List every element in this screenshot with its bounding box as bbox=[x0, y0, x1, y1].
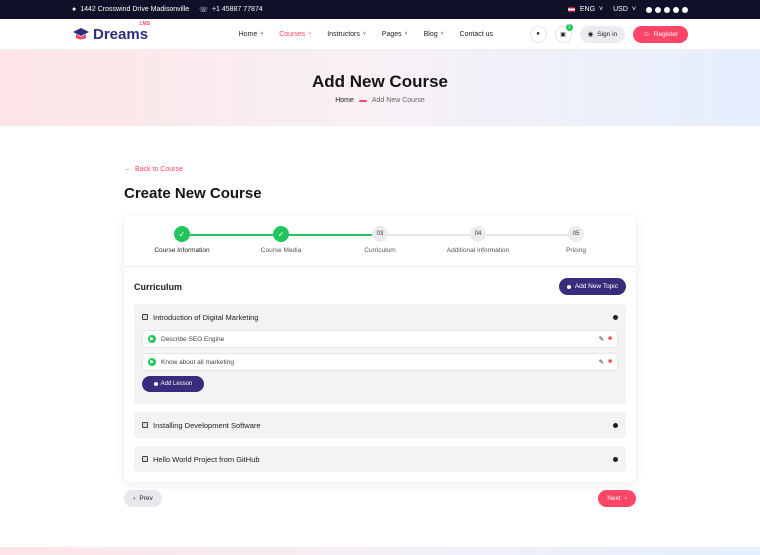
drag-handle-icon[interactable] bbox=[142, 314, 148, 320]
topic-header[interactable]: Hello World Project from GitHub bbox=[134, 446, 626, 472]
breadcrumb: Home Add New Course bbox=[335, 97, 425, 104]
phone-icon: ☏ bbox=[199, 6, 208, 14]
chevron-down-icon: ˅ bbox=[260, 31, 264, 37]
nav-item-contact[interactable]: Contact us bbox=[460, 31, 493, 38]
moon-icon: ● bbox=[536, 31, 540, 37]
chevron-down-icon: ˅ bbox=[308, 31, 312, 37]
chevron-down-icon: ˅ bbox=[631, 6, 636, 13]
language-select[interactable]: ENG ˅ bbox=[567, 6, 604, 13]
cart-count-badge: 1 bbox=[565, 23, 573, 31]
nav-item-courses[interactable]: Courses ˅ bbox=[279, 31, 311, 38]
prev-button[interactable]: ‹ Prev bbox=[124, 490, 162, 507]
topic-panel: Hello World Project from GitHub bbox=[134, 446, 626, 472]
chevron-down-icon: ˅ bbox=[440, 31, 444, 37]
location-pin-icon: ● bbox=[72, 6, 77, 13]
edit-icon[interactable]: ✎ bbox=[599, 358, 604, 366]
breadcrumb-current: Add New Course bbox=[371, 97, 425, 104]
sign-in-button[interactable]: ◉ Sign in bbox=[579, 25, 626, 43]
step-pricing[interactable]: 05 Pricing bbox=[536, 226, 616, 254]
play-icon: ▶ bbox=[148, 335, 156, 343]
top-info-bar: ● 1442 Crosswind Drive Madisonville ☏ +1… bbox=[0, 0, 760, 19]
delete-icon[interactable]: ■ bbox=[608, 358, 612, 366]
us-flag-icon bbox=[567, 7, 575, 12]
add-new-topic-button[interactable]: Add New Topic bbox=[558, 278, 626, 295]
instagram-icon[interactable] bbox=[655, 6, 661, 13]
register-button[interactable]: ☺ Register bbox=[633, 25, 688, 43]
graduation-cap-icon bbox=[73, 28, 89, 40]
chevron-down-icon: ˅ bbox=[404, 31, 408, 37]
nav-menu: Home ˅ Courses ˅ Instructors ˅ Pages ˅ Blog ˅… bbox=[202, 31, 530, 38]
plus-icon bbox=[153, 382, 158, 386]
breadcrumb-separator bbox=[358, 99, 367, 102]
step-course-media[interactable]: ✓ Course Media bbox=[241, 226, 321, 254]
check-icon: ✓ bbox=[174, 226, 190, 242]
chevron-right-icon: › bbox=[624, 495, 627, 502]
step-curriculum[interactable]: 03 Curriculum bbox=[340, 226, 420, 254]
lock-icon: ◉ bbox=[587, 31, 594, 38]
step-course-information[interactable]: ✓ Course Information bbox=[142, 226, 222, 254]
nav-item-home[interactable]: Home ˅ bbox=[239, 31, 264, 38]
more-options-icon[interactable] bbox=[613, 456, 618, 462]
plus-icon bbox=[566, 284, 571, 289]
nav-item-pages[interactable]: Pages ˅ bbox=[382, 31, 408, 38]
edit-icon[interactable]: ✎ bbox=[599, 335, 604, 343]
topic-panel: Introduction of Digital Marketing ▶ Desc… bbox=[134, 304, 626, 404]
phone[interactable]: ☏ +1 45887 77874 bbox=[199, 6, 263, 14]
footer-strip bbox=[0, 547, 760, 555]
play-icon: ▶ bbox=[148, 358, 156, 366]
cart-icon: ▣ bbox=[560, 31, 566, 38]
topic-header[interactable]: Installing Development Software bbox=[134, 412, 626, 438]
x-icon[interactable] bbox=[664, 6, 670, 13]
breadcrumb-home[interactable]: Home bbox=[335, 97, 354, 104]
step-additional-information[interactable]: 04 Additional information bbox=[438, 226, 518, 254]
wizard-steps: ✓ Course Information ✓ Course Media 03 C… bbox=[124, 216, 636, 267]
curriculum-header: Curriculum Add New Topic bbox=[134, 278, 626, 295]
theme-toggle-button[interactable]: ● bbox=[529, 25, 547, 43]
arrow-left-icon: ← bbox=[124, 166, 131, 173]
check-icon: ✓ bbox=[273, 226, 289, 242]
nav-item-blog[interactable]: Blog ˅ bbox=[424, 31, 444, 38]
next-button[interactable]: Next › bbox=[598, 490, 636, 507]
lesson-row: ▶ Know about all marketing ✎ ■ bbox=[142, 353, 618, 371]
curriculum-title: Curriculum bbox=[134, 281, 183, 292]
facebook-icon[interactable] bbox=[646, 6, 652, 13]
more-options-icon[interactable] bbox=[613, 422, 618, 428]
address: ● 1442 Crosswind Drive Madisonville bbox=[72, 6, 190, 13]
more-options-icon[interactable] bbox=[613, 314, 618, 320]
page-title: Create New Course bbox=[124, 185, 262, 202]
chevron-down-icon: ˅ bbox=[362, 31, 366, 37]
drag-handle-icon[interactable] bbox=[142, 422, 148, 428]
logo[interactable]: Dreams LMS bbox=[72, 21, 202, 43]
user-icon: ☺ bbox=[643, 30, 650, 38]
main-content: ← Back to Course Create New Course ✓ Cou… bbox=[124, 160, 636, 507]
page-hero: Add New Course Home Add New Course bbox=[0, 50, 760, 126]
course-wizard-card: ✓ Course Information ✓ Course Media 03 C… bbox=[124, 216, 636, 482]
chevron-down-icon: ˅ bbox=[599, 6, 604, 13]
back-to-course-link[interactable]: ← Back to Course bbox=[124, 166, 636, 173]
wizard-pagination: ‹ Prev Next › bbox=[124, 490, 636, 507]
hero-title: Add New Course bbox=[311, 72, 449, 91]
add-lesson-button[interactable]: Add Lesson bbox=[142, 376, 204, 392]
lesson-row: ▶ Describe SEO Engine ✎ ■ bbox=[142, 330, 618, 348]
youtube-icon[interactable] bbox=[673, 6, 679, 13]
drag-handle-icon[interactable] bbox=[142, 456, 148, 462]
linkedin-icon[interactable] bbox=[682, 6, 688, 13]
currency-select[interactable]: USD ˅ bbox=[613, 6, 636, 13]
cart-button[interactable]: ▣ 1 bbox=[554, 23, 573, 43]
topic-header[interactable]: Introduction of Digital Marketing bbox=[134, 304, 626, 330]
social-links bbox=[646, 6, 688, 13]
nav-item-instructors[interactable]: Instructors ˅ bbox=[327, 31, 366, 38]
topic-panel: Installing Development Software bbox=[134, 412, 626, 438]
main-navbar: Dreams LMS Home ˅ Courses ˅ Instructors ˅ P… bbox=[0, 19, 760, 50]
delete-icon[interactable]: ■ bbox=[608, 335, 612, 343]
chevron-left-icon: ‹ bbox=[133, 495, 136, 502]
